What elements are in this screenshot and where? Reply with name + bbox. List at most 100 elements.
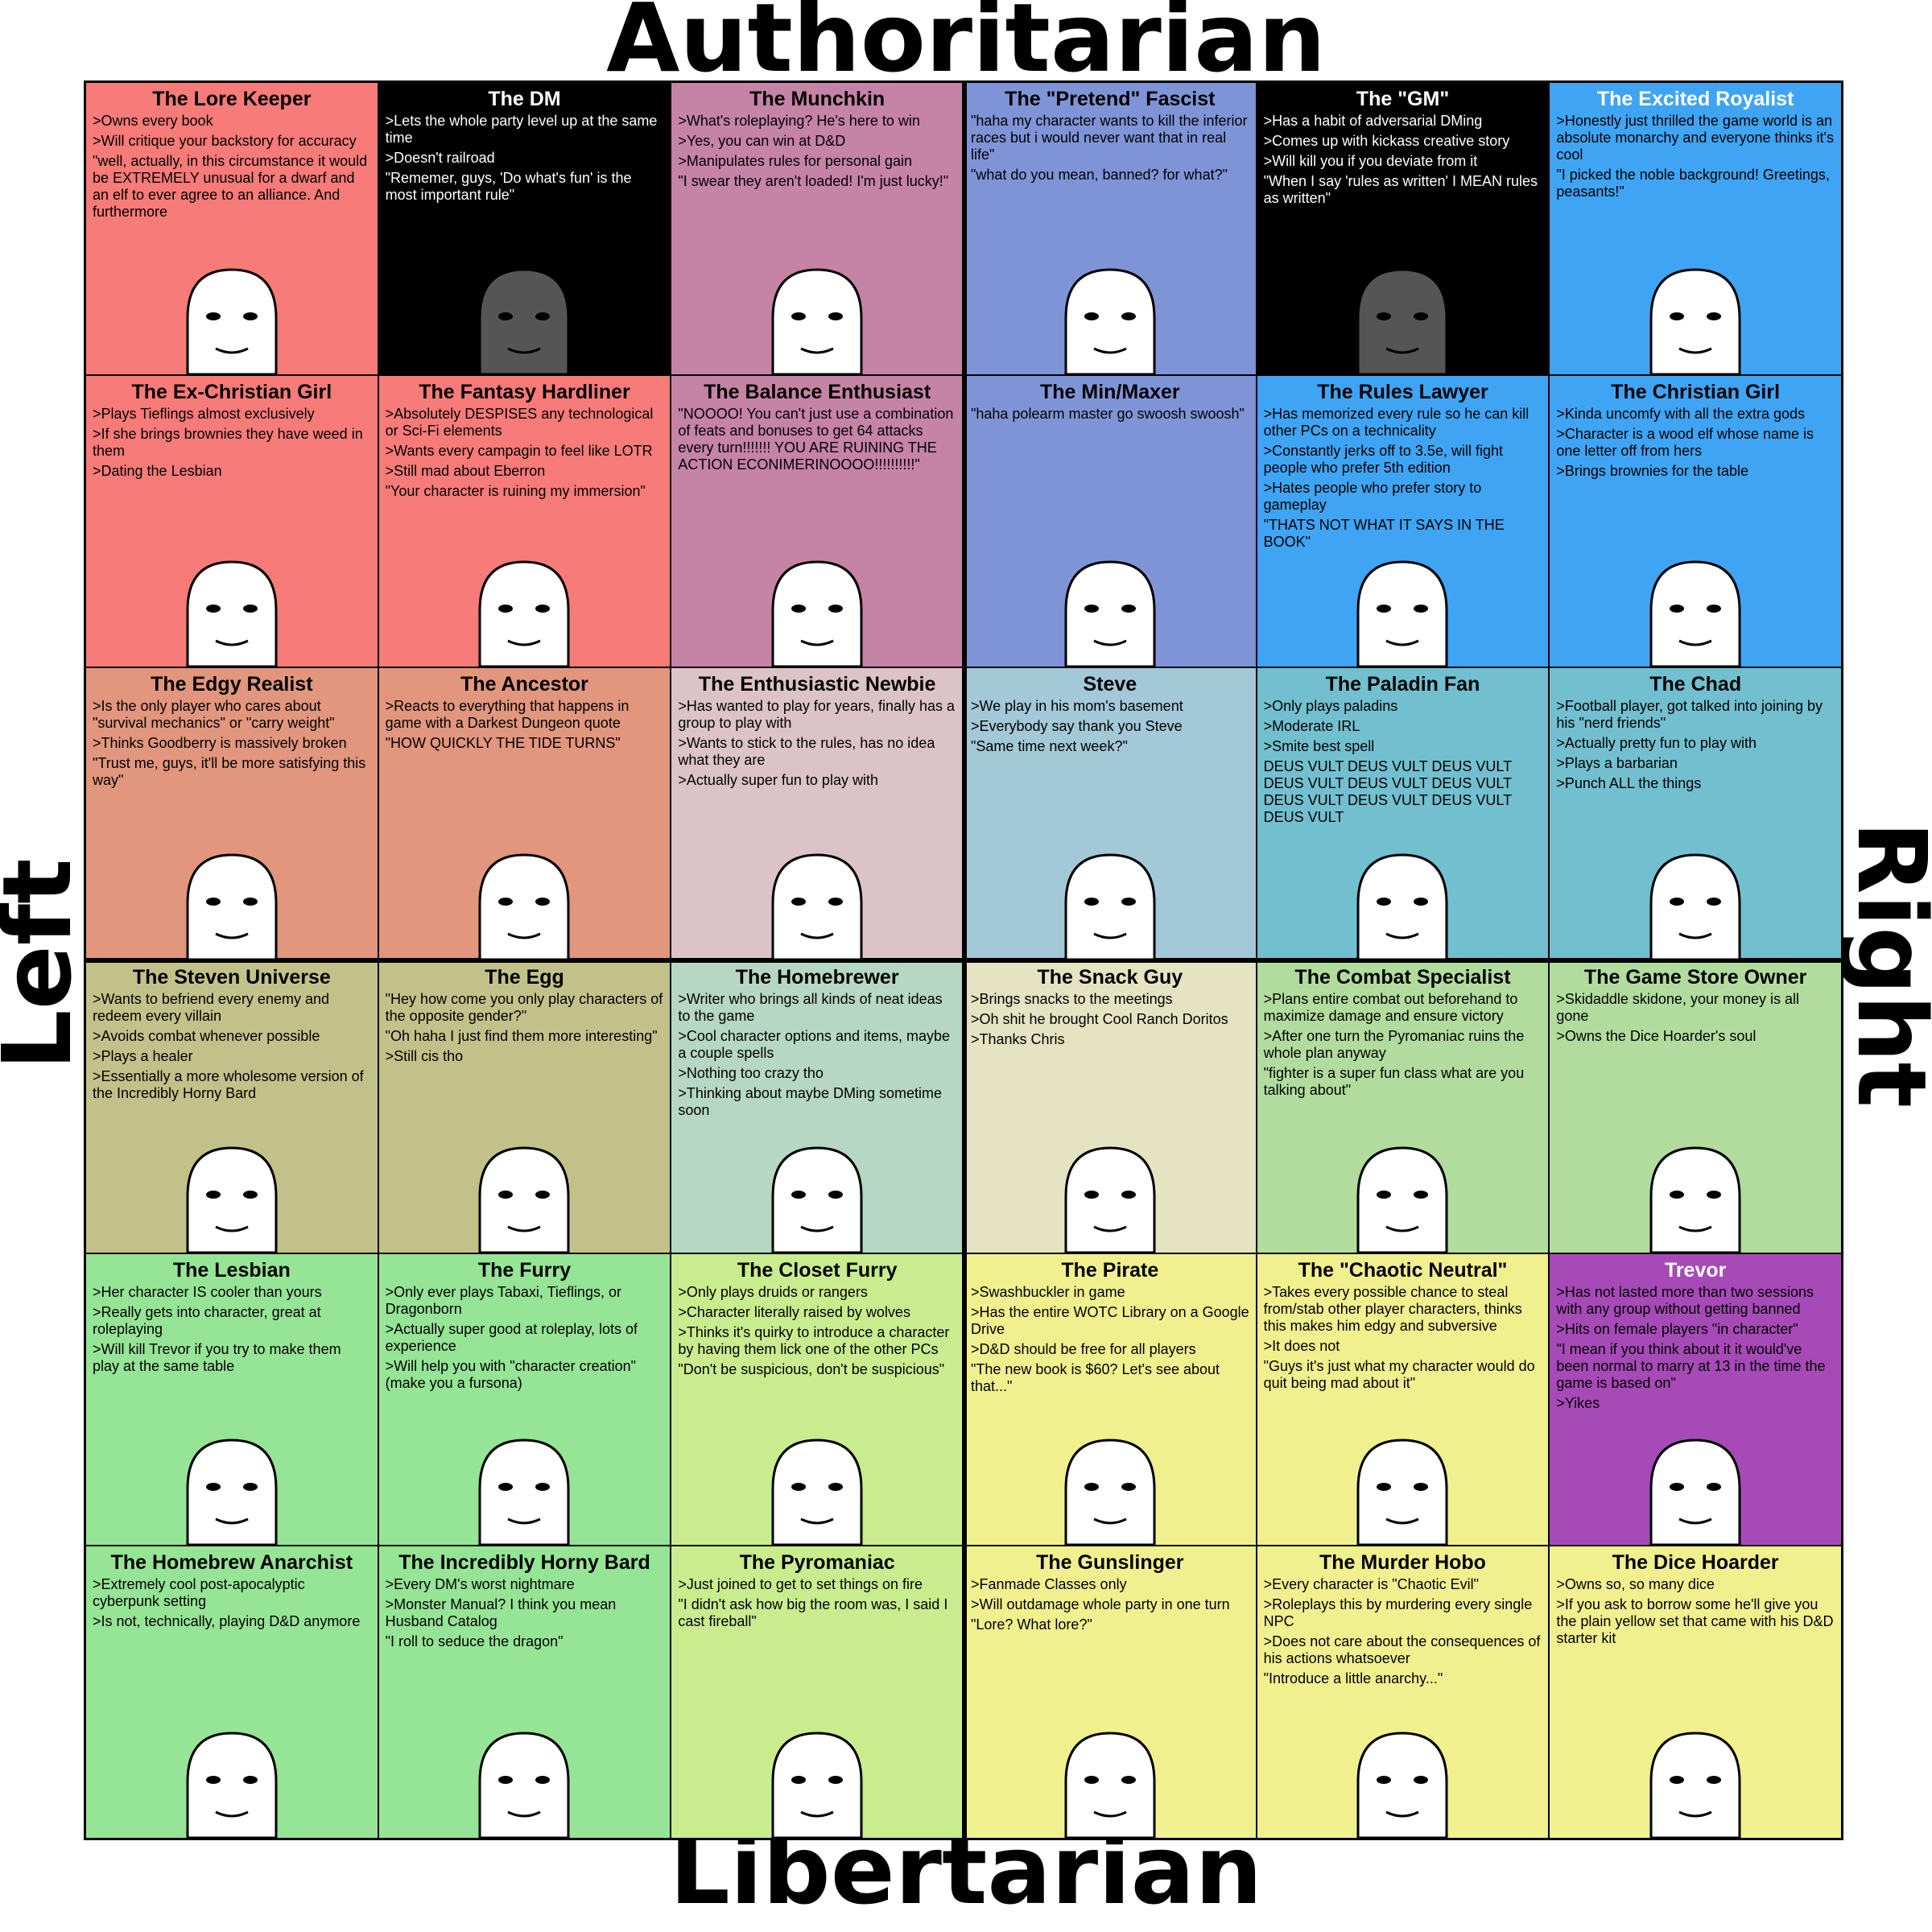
archetype-description-line: >Brings snacks to the meetings [970, 990, 1173, 1007]
character-portrait-icon [1649, 1146, 1741, 1253]
archetype-description: >Owns so, so many dice >If you ask to bor… [1556, 1576, 1835, 1647]
archetype-description-line: DEUS VULT DEUS VULT DEUS VULT DEUS VULT … [1263, 758, 1512, 826]
archetype-description-line: "fighter is a super fun class what are y… [1263, 1064, 1525, 1098]
character-portrait-icon [186, 1732, 278, 1838]
archetype-description: >Only plays paladins >Moderate IRL >Smite … [1264, 698, 1542, 826]
archetype-description-line: >Actually super fun to play with [678, 772, 878, 789]
archetype-description-line: >Reacts to everything that happens in ga… [385, 698, 630, 732]
archetype-cell: Steve >We play in his mom's basement >Ever… [964, 668, 1256, 960]
archetype-cell: The Chad >Football player, got talked int… [1550, 668, 1841, 960]
archetype-cell: The Gunslinger >Fanmade Classes only >Will… [964, 1546, 1256, 1838]
archetype-cell: The Lesbian >Her character IS cooler than… [86, 1253, 378, 1546]
archetype-description: >Has not lasted more than two sessions w… [1556, 1284, 1835, 1412]
archetype-description: >Skidaddle skidone, your money is all go… [1556, 991, 1835, 1045]
archetype-description-line: "I mean if you think about it it would'v… [1556, 1340, 1826, 1391]
archetype-title: The Ex-Christian Girl [131, 380, 332, 403]
character-portrait-icon [478, 268, 570, 374]
character-portrait-icon [1649, 268, 1741, 374]
archetype-cell: The Combat Specialist >Plans entire comba… [1257, 960, 1549, 1253]
archetype-description: >Has wanted to play for years, finally h… [678, 698, 956, 789]
archetype-description-line: >Owns every book [93, 113, 213, 129]
archetype-description-line: >Wants to befriend every enemy and redee… [93, 990, 329, 1024]
archetype-cell: The Murder Hobo >Every character is "Chao… [1257, 1546, 1549, 1838]
archetype-description-line: "haha polearm master go swoosh swoosh" [970, 405, 1245, 422]
archetype-description-line: >Has the entire WOTC Library on a Google… [970, 1303, 1249, 1337]
archetype-description-line: >We play in his mom's basement [970, 698, 1183, 715]
archetype-description: >Is the only player who cares about "sur… [93, 698, 371, 789]
character-portrait-icon [1356, 853, 1448, 960]
archetype-description-line: >Absolutely DESPISES any technological o… [385, 405, 654, 439]
archetype-description-line: "I didn't ask how big the room was, I sa… [678, 1596, 948, 1630]
archetype-description: >Has a habit of adversarial DMing >Comes … [1264, 113, 1542, 207]
archetype-description: >Only ever plays Tabaxi, Tieflings, or D… [386, 1284, 664, 1392]
character-portrait-icon [478, 1146, 570, 1253]
character-portrait-icon [1064, 853, 1156, 960]
archetype-description-line: "THATS NOT WHAT IT SAYS IN THE BOOK" [1263, 516, 1505, 550]
archetype-description-line: >D&D should be free for all players [970, 1340, 1196, 1357]
archetype-description-line: >Avoids combat whenever possible [93, 1027, 320, 1044]
archetype-description: >Fanmade Classes only >Will outdamage who… [971, 1576, 1249, 1633]
archetype-description-line: >Actually super good at roleplay, lots o… [385, 1320, 638, 1354]
archetype-description-line: >Wants to stick to the rules, has no ide… [678, 735, 935, 769]
archetype-description: >Football player, got talked into joinin… [1556, 698, 1835, 792]
archetype-description-line: >Yikes [1556, 1394, 1600, 1411]
archetype-description-line: >Takes every possible chance to steal fr… [1263, 1283, 1522, 1334]
archetype-description-line: >After one turn the Pyromaniac ruins the… [1263, 1027, 1525, 1061]
archetype-description-line: >Thinks it's quirky to introduce a chara… [678, 1323, 950, 1357]
archetype-cell: The Munchkin >What's roleplaying? He's he… [671, 83, 963, 374]
archetype-description-line: "Same time next week?" [970, 738, 1128, 755]
archetype-cell: The Ex-Christian Girl >Plays Tieflings al… [86, 375, 378, 667]
center-divider-horizontal [84, 958, 1843, 963]
archetype-description-line: >Only plays paladins [1263, 698, 1398, 715]
archetype-title: The Combat Specialist [1294, 965, 1511, 989]
archetype-description-line: >Fanmade Classes only [970, 1576, 1127, 1593]
archetype-description-line: >Every character is "Chaotic Evil" [1263, 1576, 1480, 1593]
archetype-description-line: >Will critique your backstory for accura… [93, 133, 357, 149]
archetype-description-line: >Smite best spell [1263, 738, 1375, 755]
archetype-description-line: >Will kill Trevor if you try to make the… [93, 1340, 341, 1374]
archetype-description-line: >If you ask to borrow some he'll give yo… [1556, 1596, 1834, 1647]
character-portrait-icon [771, 1732, 863, 1838]
archetype-description-line: >Character is a wood elf whose name is o… [1556, 425, 1814, 459]
archetype-description-line: >If she brings brownies they have weed i… [93, 425, 363, 459]
archetype-title: The Homebrewer [735, 965, 899, 989]
archetype-cell: The Incredibly Horny Bard >Every DM's wor… [378, 1546, 671, 1838]
archetype-description: "Hey how come you only play characters o… [386, 991, 664, 1065]
archetype-description-line: "The new book is $60? Let's see about th… [970, 1360, 1220, 1394]
archetype-title: The Edgy Realist [151, 673, 313, 696]
archetype-description-line: "NOOOO! You can't just use a combination… [678, 405, 954, 473]
archetype-description-line: >Swashbuckler in game [970, 1283, 1125, 1300]
archetype-title: The Pirate [1061, 1258, 1159, 1282]
archetype-description-line: >Lets the whole party level up at the sa… [385, 113, 658, 146]
archetype-description-line: >Still mad about Eberron [385, 462, 546, 479]
archetype-description-line: >Thinking about maybe DMing sometime soo… [678, 1084, 942, 1118]
archetype-cell: The Edgy Realist >Is the only player who … [86, 668, 378, 960]
archetype-cell: The Game Store Owner >Skidaddle skidone, … [1550, 960, 1841, 1253]
archetype-description: >Honestly just thrilled the game world i… [1556, 113, 1835, 200]
axis-label-left: Left [0, 858, 93, 1071]
archetype-description-line: >Thinks Goodberry is massively broken [93, 735, 347, 752]
archetype-description-line: >Character literally raised by wolves [678, 1303, 910, 1320]
archetype-description-line: >Doesn't railroad [385, 150, 495, 166]
archetype-description-line: >Will kill you if you deviate from it [1263, 153, 1478, 169]
archetype-description-line: >Kinda uncomfy with all the extra gods [1556, 405, 1805, 422]
character-portrait-icon [478, 1732, 570, 1838]
archetype-description-line: "Lore? What lore?" [970, 1616, 1092, 1633]
archetype-cell: The "GM" >Has a habit of adversarial DMin… [1257, 83, 1549, 374]
character-portrait-icon [1649, 1439, 1741, 1546]
archetype-description-line: >Plans entire combat out beforehand to m… [1263, 990, 1518, 1024]
archetype-cell: The Dice Hoarder >Owns so, so many dice >I… [1550, 1546, 1841, 1838]
archetype-title: The Ancestor [460, 673, 588, 696]
character-portrait-icon [1649, 853, 1741, 960]
archetype-title: The Rules Lawyer [1317, 380, 1488, 403]
archetype-description-line: >Wants every campagin to feel like LOTR [385, 442, 653, 459]
character-portrait-icon [1649, 560, 1741, 667]
archetype-cell: The Paladin Fan >Only plays paladins >Mode… [1257, 668, 1549, 960]
archetype-description-line: >Moderate IRL [1263, 718, 1360, 735]
archetype-title: Trevor [1664, 1258, 1727, 1282]
character-portrait-icon [478, 853, 570, 960]
archetype-title: The Christian Girl [1611, 380, 1781, 403]
archetype-description-line: >Writer who brings all kinds of neat ide… [678, 990, 943, 1024]
archetype-title: The Closet Furry [737, 1258, 898, 1282]
character-portrait-icon [186, 560, 278, 667]
